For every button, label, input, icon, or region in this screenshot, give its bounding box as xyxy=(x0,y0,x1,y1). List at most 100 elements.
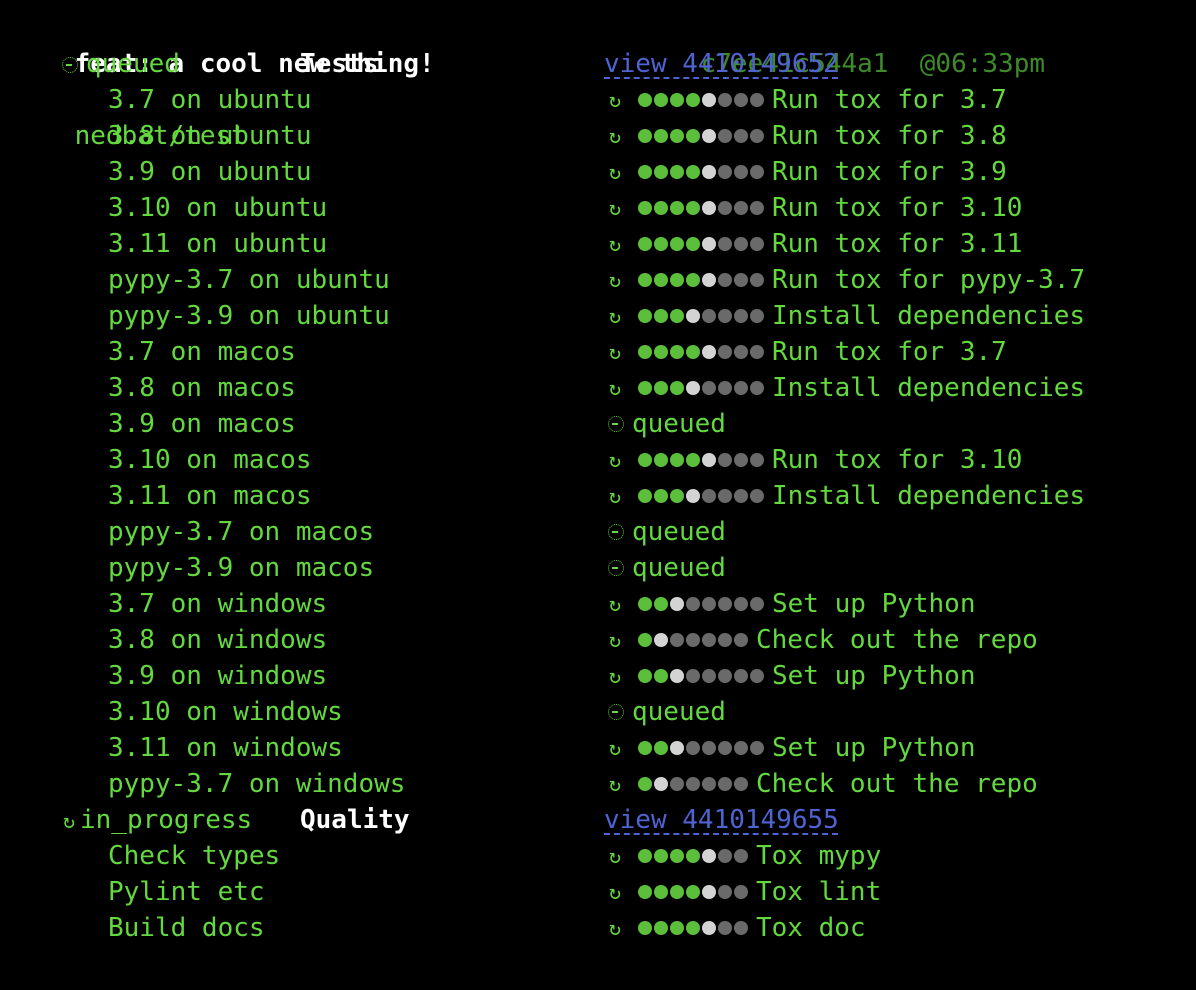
step-dot-todo xyxy=(750,165,764,179)
current-step: Run tox for 3.10 xyxy=(772,445,1023,475)
step-dot-done xyxy=(638,489,652,503)
step-dot-done xyxy=(638,741,652,755)
job-status: ↻ Run tox for 3.8 xyxy=(604,118,1007,154)
clock-icon xyxy=(62,56,78,73)
step-dot-todo xyxy=(718,597,732,611)
step-dot-done xyxy=(638,849,652,863)
step-dot-cur xyxy=(670,597,684,611)
job-name: 3.10 on windows xyxy=(108,697,343,727)
step-dot-todo xyxy=(718,201,732,215)
step-dot-cur xyxy=(702,165,716,179)
step-dot-done xyxy=(670,93,684,107)
step-dot-cur xyxy=(702,921,716,935)
view-run-link[interactable]: view 4410149652 xyxy=(604,46,839,82)
workflow-status: queued xyxy=(86,49,180,79)
workflow-name: Quality xyxy=(300,805,410,835)
step-dot-done xyxy=(670,381,684,395)
step-dot-todo xyxy=(718,849,732,863)
job-status: ↻ Tox doc xyxy=(604,910,866,946)
job-queued-label: queued xyxy=(632,517,726,547)
step-progress xyxy=(638,273,764,287)
step-dot-todo xyxy=(734,237,748,251)
step-dot-todo xyxy=(734,489,748,503)
step-progress xyxy=(638,381,764,395)
step-dot-todo xyxy=(702,669,716,683)
step-dot-done xyxy=(638,237,652,251)
step-dot-todo xyxy=(702,597,716,611)
step-progress xyxy=(638,453,764,467)
job-name: pypy-3.7 on ubuntu xyxy=(108,265,390,295)
step-dot-done xyxy=(686,201,700,215)
job-status: ↻ Check out the repo xyxy=(604,622,1038,658)
step-dot-todo xyxy=(750,489,764,503)
step-dot-todo xyxy=(734,381,748,395)
step-dot-done xyxy=(654,93,668,107)
running-icon: ↻ xyxy=(608,304,622,328)
step-dot-done xyxy=(654,489,668,503)
step-dot-done xyxy=(670,453,684,467)
job-name: 3.7 on ubuntu xyxy=(108,85,312,115)
step-dot-todo xyxy=(750,201,764,215)
running-icon: ↻ xyxy=(608,844,622,868)
step-dot-done xyxy=(638,597,652,611)
step-dot-done xyxy=(638,93,652,107)
step-dot-todo xyxy=(686,597,700,611)
step-dot-todo xyxy=(734,201,748,215)
step-dot-done xyxy=(670,885,684,899)
job-status: ↻ Tox lint xyxy=(604,874,881,910)
current-step: Set up Python xyxy=(772,589,976,619)
step-dot-cur xyxy=(702,129,716,143)
step-dot-todo xyxy=(750,741,764,755)
step-progress xyxy=(638,345,764,359)
job-name: 3.7 on windows xyxy=(108,589,328,619)
step-dot-todo xyxy=(718,885,732,899)
step-dot-cur xyxy=(702,201,716,215)
step-dot-cur xyxy=(702,93,716,107)
step-dot-todo xyxy=(718,921,732,935)
step-dot-done xyxy=(638,309,652,323)
step-dot-done xyxy=(670,273,684,287)
step-dot-cur xyxy=(686,489,700,503)
job-status: ↻ Check out the repo xyxy=(604,766,1038,802)
job-status: ↻ Set up Python xyxy=(604,730,976,766)
step-dot-todo xyxy=(750,273,764,287)
step-progress xyxy=(638,201,764,215)
step-dot-todo xyxy=(686,633,700,647)
job-status: ↻ Run tox for 3.9 xyxy=(604,154,1007,190)
job-name: pypy-3.9 on ubuntu xyxy=(108,301,390,331)
running-icon: ↻ xyxy=(608,376,622,400)
step-dot-done xyxy=(654,849,668,863)
step-dot-todo xyxy=(718,453,732,467)
workflow-name: Tests xyxy=(300,49,379,79)
step-dot-done xyxy=(670,129,684,143)
clock-icon xyxy=(608,416,624,432)
job-status: ↻ Install dependencies xyxy=(604,298,1085,334)
step-dot-done xyxy=(654,201,668,215)
step-dot-done xyxy=(686,453,700,467)
step-dot-todo xyxy=(670,777,684,791)
job-status: queued xyxy=(604,550,726,586)
current-step: Install dependencies xyxy=(772,301,1086,331)
step-dot-todo xyxy=(750,93,764,107)
step-dot-done xyxy=(638,165,652,179)
job-status: queued xyxy=(604,514,726,550)
clock-icon xyxy=(608,704,624,720)
view-run-link[interactable]: view 4410149655 xyxy=(604,802,839,838)
current-step: Run tox for pypy-3.7 xyxy=(772,265,1086,295)
job-name: 3.7 on macos xyxy=(108,337,296,367)
running-icon: ↻ xyxy=(608,628,622,652)
running-icon: ↻ xyxy=(608,124,622,148)
step-dot-done xyxy=(654,273,668,287)
current-step: Check out the repo xyxy=(756,625,1038,655)
job-name: 3.8 on ubuntu xyxy=(108,121,312,151)
running-icon: ↻ xyxy=(608,448,622,472)
step-progress xyxy=(638,129,764,143)
step-dot-todo xyxy=(718,273,732,287)
step-dot-todo xyxy=(734,669,748,683)
step-dot-todo xyxy=(734,777,748,791)
running-icon: ↻ xyxy=(608,772,622,796)
step-dot-done xyxy=(686,129,700,143)
step-progress xyxy=(638,93,764,107)
step-dot-todo xyxy=(734,309,748,323)
current-step: Install dependencies xyxy=(772,373,1086,403)
